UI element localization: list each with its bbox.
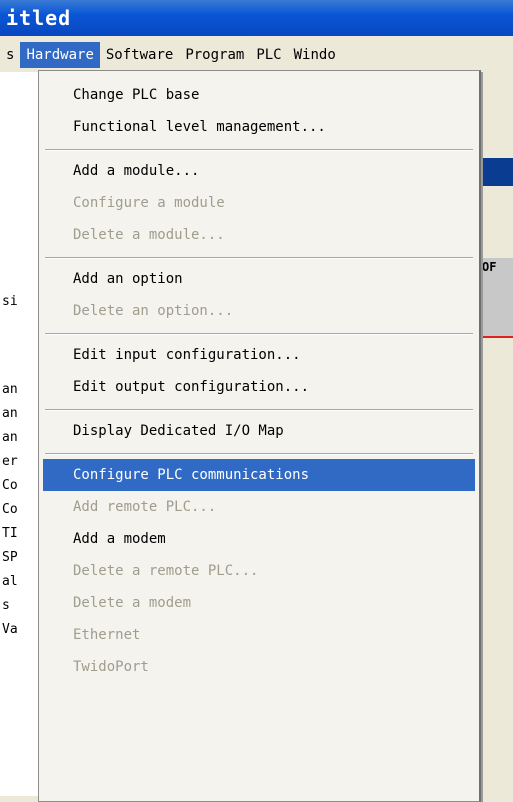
menu-item-add-an-option[interactable]: Add an option <box>43 263 475 295</box>
menu-program[interactable]: Program <box>179 42 250 68</box>
menu-separator <box>45 149 473 151</box>
menu-item-display-dedicated-i-o-map[interactable]: Display Dedicated I/O Map <box>43 415 475 447</box>
tree-item[interactable]: SP <box>2 550 36 565</box>
menu-item-delete-a-module: Delete a module... <box>73 227 225 243</box>
tree-item[interactable]: al <box>2 574 36 589</box>
menu-item-delete-a-remote-plc: Delete a remote PLC... <box>73 563 259 579</box>
menu-item-delete-an-option: Delete an option... <box>73 303 234 319</box>
menu-separator <box>45 257 473 259</box>
menu-item-ethernet: Ethernet <box>73 627 141 643</box>
tree-item[interactable]: TI <box>2 526 36 541</box>
tree-item[interactable]: an <box>2 430 36 445</box>
menu-item-delete-a-modem: Delete a modem <box>73 595 192 611</box>
menu-window[interactable]: Windo <box>288 42 342 68</box>
tree-item[interactable]: er <box>2 454 36 469</box>
hardware-menu-dropdown: Change PLC base Functional level manageme… <box>38 70 481 802</box>
menu-item-edit-output-configuration[interactable]: Edit output configuration... <box>43 371 475 403</box>
menu-plc[interactable]: PLC <box>250 42 287 68</box>
menu-item-configure-a-module: Configure a module <box>73 195 225 211</box>
menu-item-edit-input-configuration[interactable]: Edit input configuration... <box>43 339 475 371</box>
menu-separator <box>45 333 473 335</box>
menu-item-add-remote-plc: Add remote PLC... <box>73 499 217 515</box>
menu-separator <box>45 453 473 455</box>
tree-item[interactable]: Co <box>2 478 36 493</box>
menu-hardware[interactable]: Hardware <box>20 42 100 68</box>
menu-bar: s Hardware Software Program PLC Windo <box>0 40 513 70</box>
window-title: itled <box>0 0 513 36</box>
menu-item-add-a-module[interactable]: Add a module... <box>43 155 475 187</box>
menu-file-fragment[interactable]: s <box>0 42 20 68</box>
tree-item[interactable]: Co <box>2 502 36 517</box>
tree-item[interactable]: s <box>2 598 36 613</box>
status-label: OF <box>482 260 497 274</box>
menu-item-add-a-modem[interactable]: Add a modem <box>43 523 475 555</box>
menu-item-functional-level-management[interactable]: Functional level management... <box>43 111 475 143</box>
tree-item[interactable]: Va <box>2 622 36 637</box>
menu-separator <box>45 409 473 411</box>
tree-item[interactable]: an <box>2 382 36 397</box>
menu-item-configure-plc-communications[interactable]: Configure PLC communications <box>43 459 475 491</box>
tree-item[interactable]: si <box>2 294 36 309</box>
menu-item-twidoport: TwidoPort <box>73 659 149 675</box>
menu-software[interactable]: Software <box>100 42 179 68</box>
menu-item-change-plc-base[interactable]: Change PLC base <box>43 79 475 111</box>
left-tree-panel: si an an an er Co Co TI SP al s Va <box>0 72 39 796</box>
tree-item[interactable]: an <box>2 406 36 421</box>
